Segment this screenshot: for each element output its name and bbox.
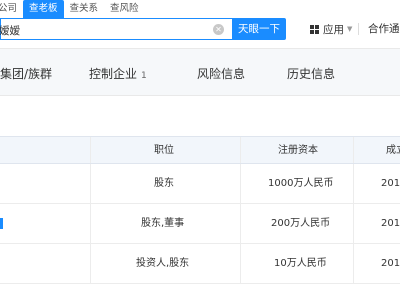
column-divider bbox=[353, 164, 354, 203]
cell-established: 2017 bbox=[381, 218, 400, 229]
partner-link[interactable]: 合作通 bbox=[368, 20, 400, 38]
table-row[interactable]: 股东 1000万人民币 2016 bbox=[0, 164, 400, 204]
column-divider bbox=[90, 204, 91, 243]
tab-company[interactable]: 公司 bbox=[0, 0, 23, 18]
cell-capital: 10万人民币 bbox=[274, 258, 327, 269]
cell-position: 投资人,股东 bbox=[136, 258, 190, 269]
tab-boss[interactable]: 查老板 bbox=[23, 0, 64, 18]
column-divider bbox=[240, 244, 241, 283]
cell-capital: 1000万人民币 bbox=[268, 178, 334, 189]
table-row[interactable]: 股东,董事 200万人民币 2017 bbox=[0, 204, 400, 244]
column-divider bbox=[240, 164, 241, 203]
nav-item-label: 控制企业 bbox=[89, 67, 138, 81]
nav-rule bbox=[0, 95, 400, 96]
apps-menu[interactable]: 应用 ▼ bbox=[310, 20, 365, 38]
tab-risk[interactable]: 查风险 bbox=[104, 0, 145, 18]
nav-item-risk[interactable]: 风险信息 bbox=[197, 65, 245, 82]
company-link-marker[interactable] bbox=[0, 218, 3, 229]
cell-established: 2016 bbox=[381, 178, 400, 189]
cell-capital: 200万人民币 bbox=[271, 218, 331, 229]
header-position: 职位 bbox=[154, 145, 174, 156]
header-established: 成立 bbox=[386, 145, 400, 156]
header: 公司 查老板 查关系 查风险 ✕ 天眼一下 应用 ▼ 合作通 bbox=[0, 0, 400, 48]
cell-position: 股东 bbox=[154, 178, 174, 189]
section-nav: 集团/族群 控制企业 1 风险信息 历史信息 bbox=[0, 49, 400, 95]
search-input[interactable] bbox=[0, 22, 199, 38]
column-divider bbox=[353, 137, 354, 163]
nav-item-count: 1 bbox=[141, 71, 147, 81]
tab-relations[interactable]: 查关系 bbox=[64, 0, 105, 18]
table-row[interactable]: 投资人,股东 10万人民币 2013 bbox=[0, 244, 400, 284]
column-divider bbox=[353, 244, 354, 283]
column-divider bbox=[90, 137, 91, 163]
nav-item-label: 集团/族群 bbox=[0, 67, 53, 81]
cell-established: 2013 bbox=[381, 258, 400, 269]
header-capital: 注册资本 bbox=[278, 145, 318, 156]
search-button[interactable]: 天眼一下 bbox=[232, 18, 286, 40]
clear-icon[interactable]: ✕ bbox=[213, 24, 224, 35]
column-divider bbox=[353, 204, 354, 243]
cell-position: 股东,董事 bbox=[141, 218, 185, 229]
column-divider bbox=[240, 137, 241, 163]
nav-item-label: 风险信息 bbox=[197, 67, 246, 81]
nav-item-history[interactable]: 历史信息 bbox=[287, 65, 335, 82]
nav-item-label: 历史信息 bbox=[287, 67, 336, 81]
grid-icon bbox=[310, 24, 319, 34]
column-divider bbox=[240, 204, 241, 243]
nav-item-group[interactable]: 集团/族群 bbox=[0, 65, 52, 82]
nav-item-controlled-companies[interactable]: 控制企业 1 bbox=[89, 65, 147, 82]
column-divider bbox=[90, 164, 91, 203]
table-header: 职位 注册资本 成立 bbox=[0, 136, 400, 164]
header-divider bbox=[358, 23, 360, 35]
search-box: ✕ bbox=[0, 18, 232, 40]
caret-down-icon: ▼ bbox=[347, 25, 353, 33]
column-divider bbox=[90, 244, 91, 283]
search-type-tabs: 公司 查老板 查关系 查风险 bbox=[0, 0, 145, 18]
apps-label: 应用 bbox=[323, 23, 344, 36]
